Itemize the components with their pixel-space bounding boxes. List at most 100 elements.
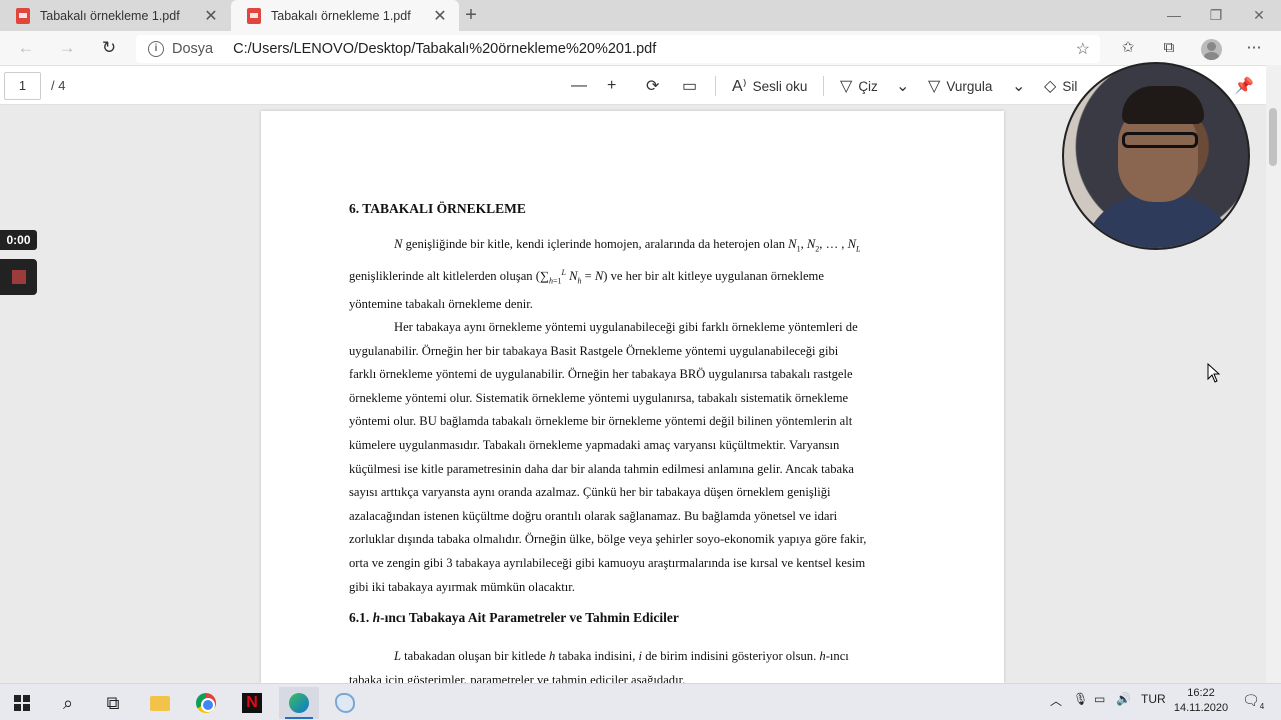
forward-icon[interactable]: → [54, 36, 80, 60]
zoom-in-icon[interactable]: + [607, 75, 616, 97]
more-menu-icon[interactable]: ⋯ [1242, 37, 1266, 59]
text-line: genişliklerinde alt kitlelerden oluşan [349, 269, 533, 284]
highlight-icon: ▽ [928, 78, 941, 95]
read-aloud-button[interactable]: A⁾ Sesli oku [732, 75, 807, 97]
favorites-icon[interactable]: ✩ [1116, 37, 1140, 59]
recording-timer: 0:00 [0, 230, 37, 250]
webcam-overlay [1062, 62, 1250, 250]
subheading-number: 6.1. [349, 610, 370, 625]
netflix-icon[interactable]: N [232, 687, 272, 719]
text-line: tabakadan oluşan bir kitlede [404, 649, 546, 663]
text-line: azalacağından istenen küçültme doğru ora… [349, 508, 838, 523]
tab-title: Tabakalı örnekleme 1.pdf [40, 8, 180, 23]
minimize-button[interactable]: — [1151, 0, 1197, 31]
text-line: örnekleme yöntemi olur. Sistematik örnek… [349, 390, 849, 405]
battery-icon[interactable]: ▭ [1094, 692, 1105, 706]
tab-inactive[interactable]: Tabakalı örnekleme 1.pdf ✕ [0, 0, 230, 31]
paragraph-2: Her tabakaya aynı örnekleme yöntemi uygu… [349, 316, 919, 599]
text-line: tabaka için gösterimler, parametreler ve… [349, 672, 686, 683]
security-label: Dosya [172, 41, 214, 57]
eraser-icon: ◇ [1044, 78, 1057, 95]
rotate-icon[interactable]: ⟳ [646, 75, 659, 97]
separator [715, 76, 716, 96]
show-hidden-icons-icon[interactable]: ︿ [1050, 692, 1062, 709]
zoom-out-icon[interactable]: — [571, 75, 587, 97]
task-view-icon[interactable]: ⧉ [93, 687, 133, 719]
tab-close-icon[interactable]: ✕ [202, 6, 220, 26]
language-indicator[interactable]: TUR [1141, 692, 1166, 706]
address-bar[interactable]: i Dosya C:/Users/LENOVO/Desktop/Tabakalı… [136, 35, 1100, 63]
text-line: ve her bir alt kitleye uygulanan örnekle… [610, 269, 824, 284]
subsection-heading: 6.1. h-ıncı Tabakaya Ait Parametreler ve… [349, 610, 679, 625]
pdf-file-icon [16, 7, 30, 24]
close-window-button[interactable]: ✕ [1236, 0, 1281, 31]
pdf-file-icon [247, 7, 261, 24]
section-heading: 6. TABAKALI ÖRNEKLEME [349, 201, 526, 216]
edge-icon[interactable] [279, 687, 319, 719]
read-aloud-label: Sesli oku [752, 78, 808, 94]
microphone-icon[interactable]: 🎙 [1073, 692, 1088, 706]
page-total: / 4 [51, 78, 66, 93]
text-line: uygulanabilir. Örneğin her bir tabakaya … [349, 343, 839, 358]
erase-label: Sil [1062, 78, 1078, 94]
restore-button[interactable]: ❐ [1193, 0, 1239, 31]
draw-label: Çiz [858, 78, 878, 94]
pdf-page: 6. TABAKALI ÖRNEKLEME N genişliğinde bir… [261, 111, 1004, 683]
text-line: farklı örnekleme yöntemi de uygulanabili… [349, 367, 853, 382]
notifications-icon[interactable]: 🗨4 [1242, 692, 1264, 711]
text-line: Her tabakaya aynı örnekleme yöntemi uygu… [394, 320, 858, 334]
draw-button[interactable]: ▽ Çiz [840, 75, 878, 97]
subheading-text: -ıncı Tabakaya Ait Parametreler ve Tahmi… [380, 610, 679, 625]
text-line: genişliğinde bir kitle, kendi içlerinde … [405, 237, 785, 251]
volume-icon[interactable]: 🔊 [1116, 692, 1131, 706]
fit-page-icon[interactable]: ▭ [682, 75, 697, 97]
text-line: orta ve zengin gibi 3 tabakaya ayrılabil… [349, 555, 866, 570]
navigation-bar: ← → ↻ i Dosya C:/Users/LENOVO/Desktop/Ta… [0, 31, 1281, 65]
text-line: kümelere uygulanmasıdır. Tabakalı örnekl… [349, 437, 840, 452]
collections-icon[interactable]: ⧉ [1157, 37, 1181, 59]
notification-count: 4 [1259, 701, 1265, 711]
text-line: -ıncı [825, 649, 849, 663]
file-explorer-icon[interactable] [140, 687, 180, 719]
url-text[interactable]: C:/Users/LENOVO/Desktop/Tabakalı%20örnek… [233, 41, 656, 57]
text-line: sayısı arttıkça varyansta aynı oranda az… [349, 485, 831, 500]
start-button[interactable] [2, 687, 42, 719]
search-icon[interactable]: ⌕ [48, 687, 88, 719]
text-line: yöntemine tabakalı örnekleme denir. [349, 297, 533, 312]
date: 14.11.2020 [1173, 702, 1229, 714]
tab-strip: Tabakalı örnekleme 1.pdf ✕ Tabakalı örne… [0, 0, 1281, 31]
chrome-icon[interactable] [186, 687, 226, 719]
windows-logo-icon [14, 695, 30, 711]
tab-close-icon[interactable]: ✕ [431, 6, 449, 26]
paint-icon[interactable] [325, 687, 365, 719]
tab-active[interactable]: Tabakalı örnekleme 1.pdf ✕ [231, 0, 459, 31]
new-tab-button[interactable]: + [460, 4, 482, 26]
text-line: küçülmesi ise kitle parametresinin daha … [349, 461, 854, 476]
text-line: gibi iki tabakaya ayırmak mümkün olacakt… [349, 579, 575, 594]
scrollbar-thumb[interactable] [1269, 108, 1277, 166]
text-line: yöntemi olur. BU bağlamda tabakalı örnek… [349, 414, 853, 429]
highlight-dropdown-icon[interactable]: ⌄ [1012, 75, 1025, 97]
stop-recording-button[interactable] [0, 259, 37, 295]
read-aloud-icon: A⁾ [732, 78, 747, 95]
separator [823, 76, 824, 96]
back-icon[interactable]: ← [13, 36, 39, 60]
pin-icon[interactable]: 📌 [1234, 75, 1254, 97]
time: 16:22 [1187, 687, 1215, 699]
taskbar: ⌕ ⧉ N ︿ 🎙 ▭ 🔊 TUR 16:22 14.11.2020 🗨4 [0, 683, 1281, 720]
profile-avatar[interactable] [1201, 39, 1222, 60]
erase-button[interactable]: ◇ Sil [1044, 75, 1077, 97]
draw-dropdown-icon[interactable]: ⌄ [896, 75, 909, 97]
highlight-label: Vurgula [946, 78, 993, 94]
clock[interactable]: 16:22 14.11.2020 [1170, 686, 1232, 716]
info-icon[interactable]: i [148, 41, 164, 57]
refresh-icon[interactable]: ↻ [96, 36, 122, 60]
paragraph-3: L tabakadan oluşan bir kitlede h tabaka … [349, 645, 919, 683]
highlight-button[interactable]: ▽ Vurgula [928, 75, 992, 97]
draw-icon: ▽ [840, 78, 853, 95]
text-line: zorluklar dışında tabaka olmalıdır. Örne… [349, 532, 867, 547]
page-number-input[interactable]: 1 [4, 72, 41, 100]
mouse-cursor-icon [1207, 363, 1221, 383]
favorite-star-icon[interactable]: ☆ [1076, 39, 1090, 59]
text-line: tabaka indisini, [558, 649, 636, 663]
